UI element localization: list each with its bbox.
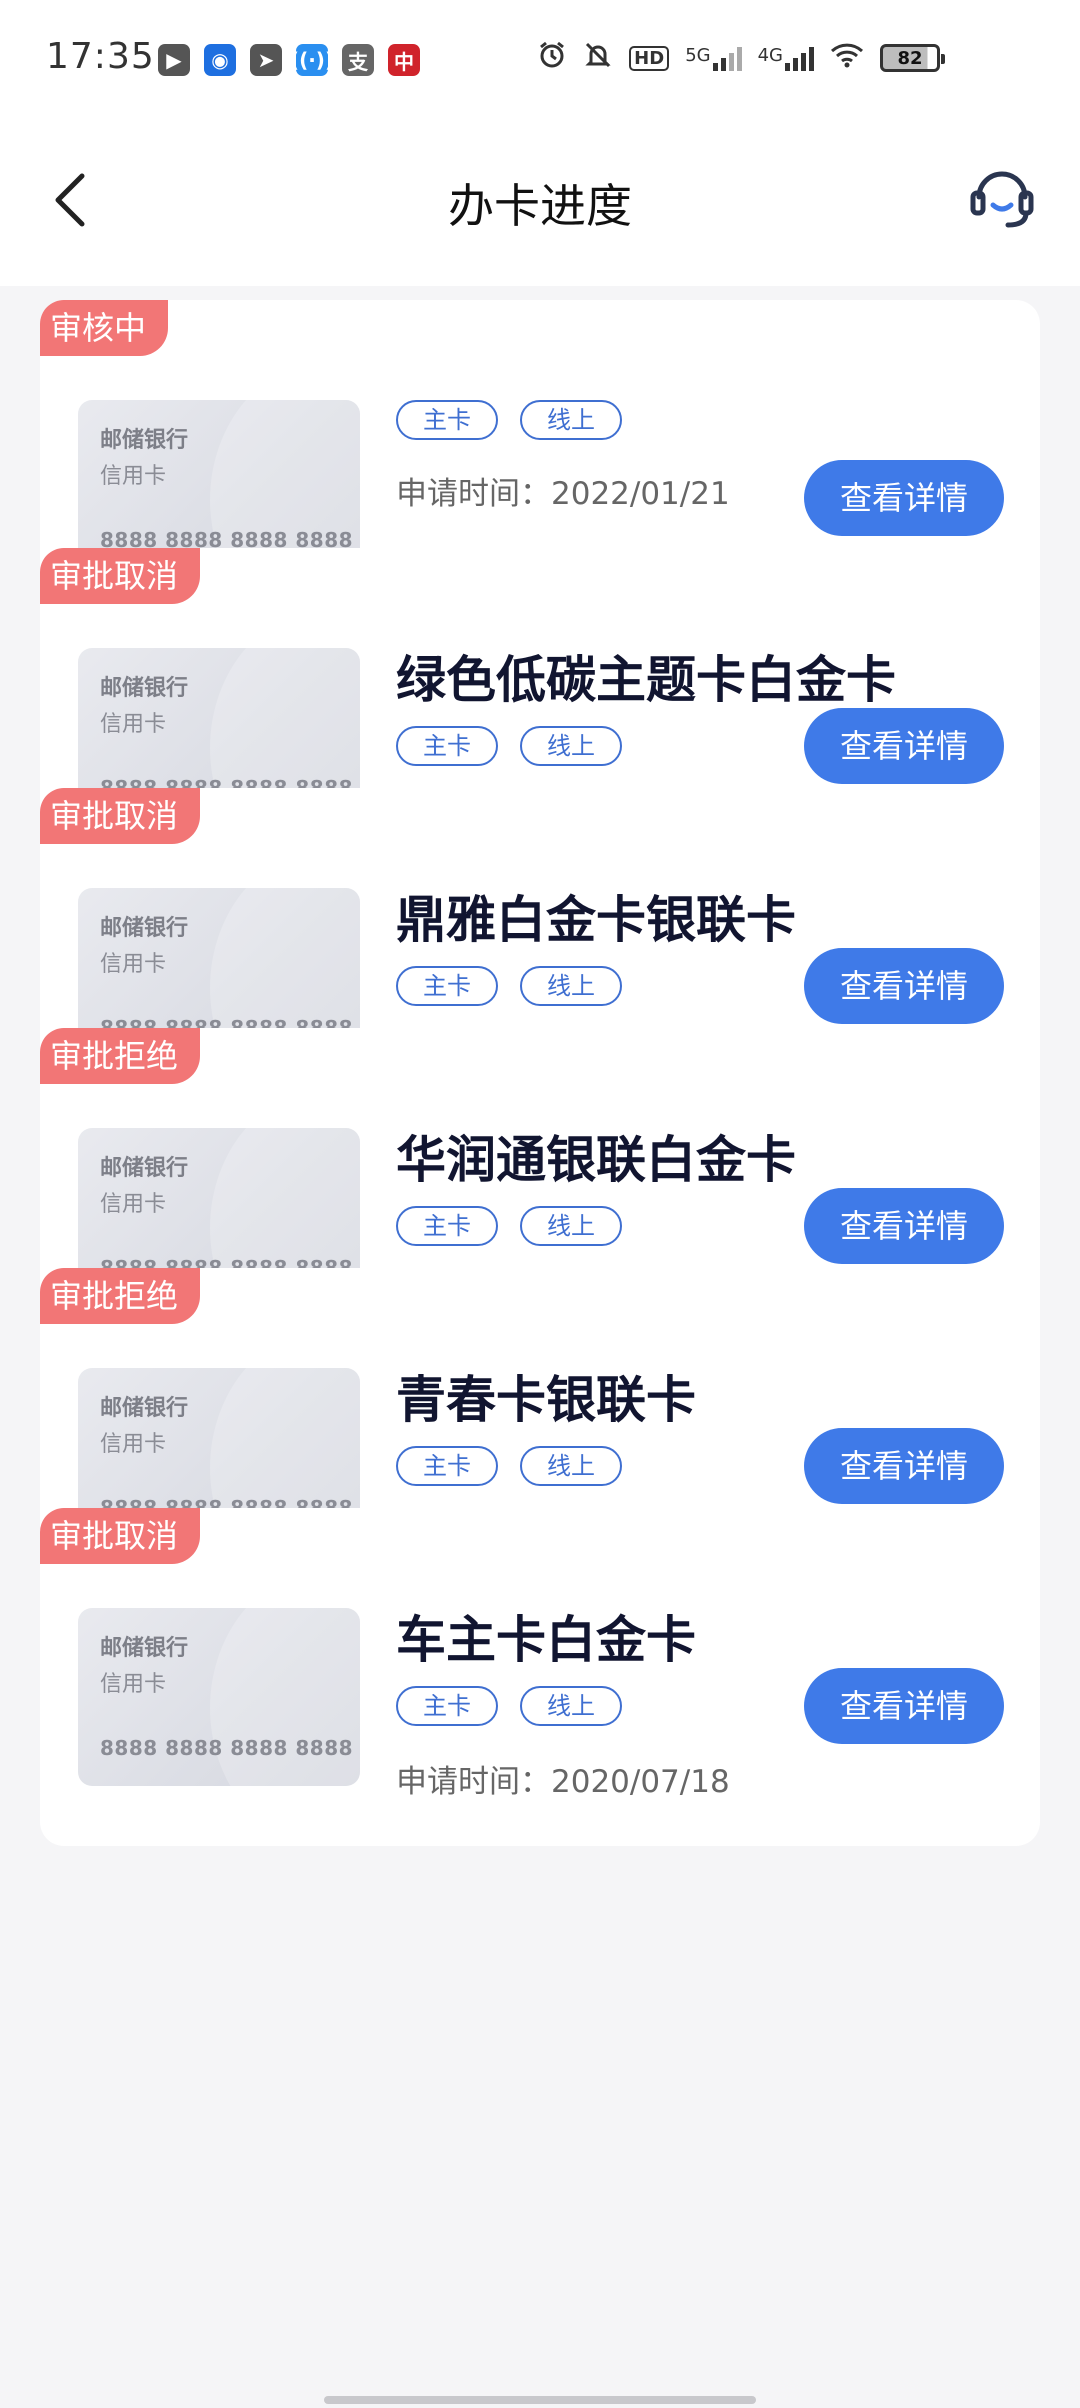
hd-icon: HD (629, 45, 670, 71)
tag-chip: 线上 (520, 1446, 622, 1486)
thumb-card-type: 信用卡 (100, 952, 167, 977)
alarm-icon (537, 40, 567, 76)
thumb-bank-name: 邮储银行 (100, 1636, 189, 1661)
tag-chip: 主卡 (396, 966, 498, 1006)
card-thumbnail: 邮储银行信用卡 8888 8888 8888 8888 (78, 1608, 360, 1786)
thumb-bank-name: 邮储银行 (100, 1156, 189, 1181)
nav-bar: 办卡进度 (0, 120, 1080, 286)
apply-time: 申请时间：2020/07/18 (396, 1756, 730, 1801)
card-title: 青春卡银联卡 (396, 1371, 696, 1429)
customer-service-button[interactable] (964, 158, 1040, 238)
tag-chip: 主卡 (396, 1206, 498, 1246)
notification-icons: ▶ ◉ ➤ ((·)) 支中 (158, 44, 420, 76)
wifi-assistant-icon: ((·)) (290, 44, 334, 76)
tag-chip: 线上 (520, 1686, 622, 1726)
application-card[interactable]: 审批取消邮储银行信用卡 8888 8888 8888 8888 车主卡白金卡主卡 线上… (40, 1508, 1040, 1846)
status-badge: 审批取消 (40, 788, 201, 844)
battery-icon: 82 (880, 44, 945, 72)
tag-chip: 主卡 (396, 400, 498, 440)
apply-time-value: 2020/07/18 (551, 1764, 730, 1800)
tag-chip: 主卡 (396, 1446, 498, 1486)
card-title: 车主卡白金卡 (396, 1611, 696, 1669)
citic-bank-icon: 中 (388, 44, 420, 76)
apply-time-label: 申请时间： (396, 1764, 551, 1800)
card-title: 鼎雅白金卡银联卡 (396, 891, 796, 949)
status-badge: 审批取消 (40, 1508, 201, 1564)
card-tags: 主卡 线上 (396, 1446, 622, 1486)
status-badge: 审批拒绝 (40, 1268, 201, 1324)
tag-chip: 线上 (520, 966, 622, 1006)
view-details-button[interactable]: 查看详情 (804, 460, 1004, 536)
thumb-card-type: 信用卡 (100, 1672, 167, 1697)
view-details-button[interactable]: 查看详情 (804, 1428, 1004, 1504)
signal-4g-icon: 4G (758, 45, 814, 71)
card-tags: 主卡 线上 (396, 726, 622, 766)
apply-time-label: 申请时间： (396, 476, 551, 512)
apply-time: 申请时间：2022/01/21 (396, 468, 730, 513)
thumb-card-type: 信用卡 (100, 464, 167, 489)
status-badge: 审核中 (40, 300, 169, 356)
video-app-icon: ▶ (158, 44, 190, 76)
wifi-icon (830, 41, 864, 75)
application-list[interactable]: 审核中 邮储银行 信用卡 8888 8888 8888 8888 主卡 线上 申请时间：20… (0, 286, 1080, 2408)
card-title: 华润通银联白金卡 (396, 1131, 796, 1189)
apply-time-value: 2022/01/21 (551, 476, 730, 512)
tag-chip: 线上 (520, 726, 622, 766)
thumb-bank-name: 邮储银行 (100, 676, 189, 701)
headset-icon (970, 171, 1034, 228)
thumb-card-type: 信用卡 (100, 1432, 167, 1457)
qq-app-icon: ◉ (204, 44, 236, 76)
card-tags: 主卡 线上 (396, 400, 622, 440)
thumb-card-number: 8888 8888 8888 8888 (100, 1736, 354, 1760)
card-tags: 主卡 线上 (396, 1206, 622, 1246)
tag-chip: 主卡 (396, 1686, 498, 1726)
alipay-icon: 支 (342, 44, 374, 76)
thumb-bank-name: 邮储银行 (100, 428, 189, 453)
status-bar: 17:35 ▶ ◉ ➤ ((·)) 支中 HD 5G 4G 82 (0, 0, 1080, 120)
tag-chip: 线上 (520, 1206, 622, 1246)
tag-chip: 线上 (520, 400, 622, 440)
thumb-bank-name: 邮储银行 (100, 1396, 189, 1421)
status-badge: 审批取消 (40, 548, 201, 604)
thumb-card-type: 信用卡 (100, 712, 167, 737)
thumb-card-type: 信用卡 (100, 1192, 167, 1217)
battery-level: 82 (897, 47, 923, 69)
view-details-button[interactable]: 查看详情 (804, 1188, 1004, 1264)
mute-bell-icon (583, 40, 613, 76)
system-icons: HD 5G 4G 82 (537, 40, 945, 76)
view-details-button[interactable]: 查看详情 (804, 1668, 1004, 1744)
signal-5g-icon: 5G (685, 45, 742, 71)
card-tags: 主卡 线上 (396, 1686, 622, 1726)
home-indicator[interactable] (324, 2396, 756, 2404)
card-title: 绿色低碳主题卡白金卡 (396, 651, 896, 709)
view-details-button[interactable]: 查看详情 (804, 948, 1004, 1024)
telegram-icon: ➤ (250, 44, 282, 76)
tag-chip: 主卡 (396, 726, 498, 766)
status-time: 17:35 (46, 36, 155, 77)
status-badge: 审批拒绝 (40, 1028, 201, 1084)
page-title: 办卡进度 (448, 179, 632, 233)
view-details-button[interactable]: 查看详情 (804, 708, 1004, 784)
thumb-bank-name: 邮储银行 (100, 916, 189, 941)
card-tags: 主卡 线上 (396, 966, 622, 1006)
